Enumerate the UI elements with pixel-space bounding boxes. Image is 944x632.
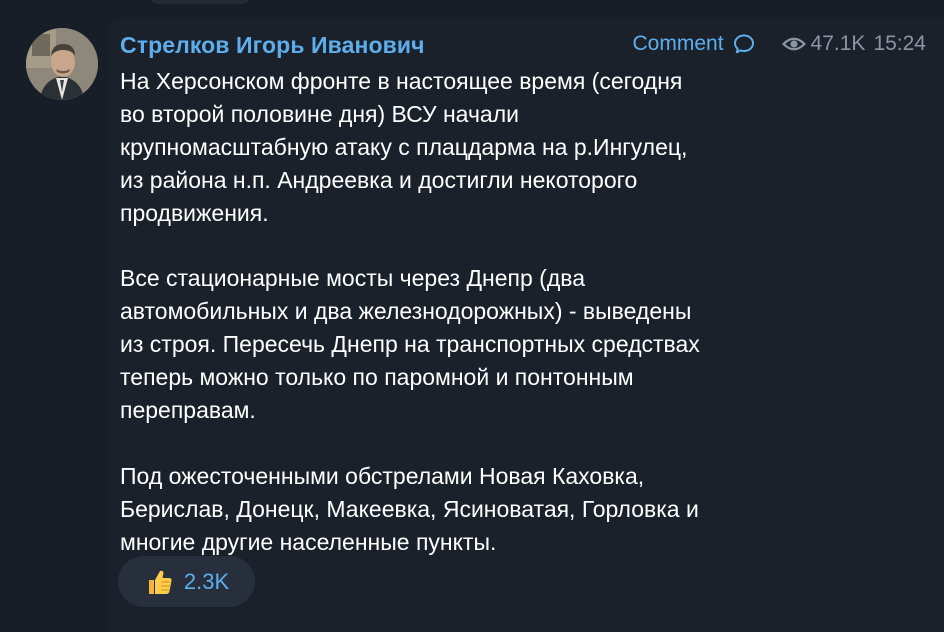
comment-button[interactable]: Comment [633,32,756,56]
views-count: 47.1K [810,32,866,55]
message-text: На Херсонском фронте в настоящее время (… [120,65,830,559]
comment-bubble-icon [733,34,754,54]
avatar-photo-icon [26,28,98,100]
message-paragraph: На Херсонском фронте в настоящее время (… [120,68,688,226]
views-counter: 47.1K [781,32,866,56]
message-paragraph: Все стационарные мосты через Днепр (два … [120,265,700,424]
previous-message-edge [150,0,250,4]
eye-icon [781,37,806,51]
reaction-count: 2.3K [183,568,230,594]
author-name[interactable]: Стрелков Игорь Иванович [120,32,425,59]
reaction-thumbs-up[interactable]: 2.3K [118,556,255,607]
post-meta: Comment 47.1K 15:24 [633,32,926,56]
comment-label: Comment [632,32,724,55]
channel-post: Стрелков Игорь Иванович Comment 47.1K 15… [108,18,944,632]
post-header: Стрелков Игорь Иванович Comment 47.1K 15… [120,30,926,62]
message-paragraph: Под ожесточенными обстрелами Новая Кахов… [120,462,699,555]
author-avatar[interactable] [26,28,98,100]
thumbs-up-icon [144,567,174,597]
post-time: 15:24 [873,32,926,55]
